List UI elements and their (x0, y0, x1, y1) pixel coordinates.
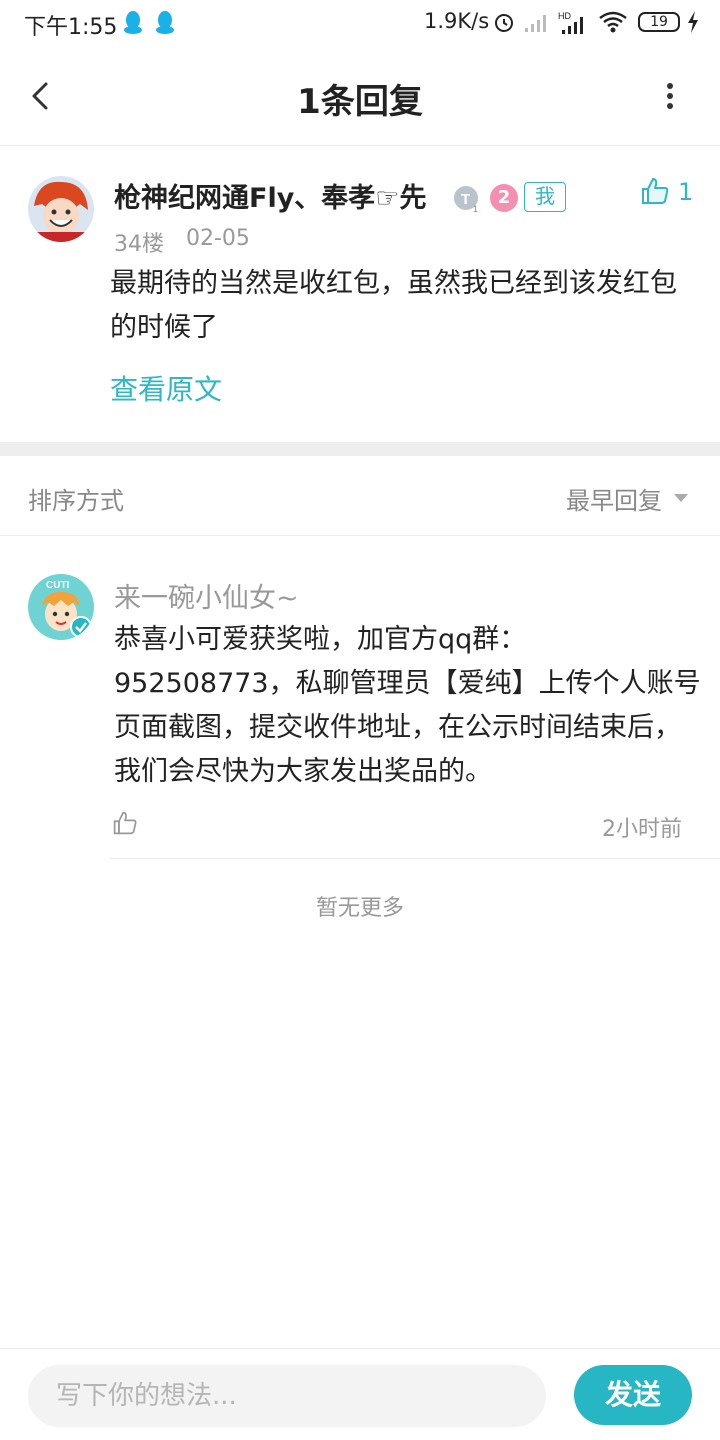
hd-signal-icon: HD (558, 11, 583, 34)
signal-icon (525, 15, 546, 32)
divider (110, 858, 720, 859)
network-speed: 1.9K/s (424, 9, 490, 33)
reply-item: CUTI 来一碗小仙女~ 恭喜小可爱获奖啦，加官方qq群：952508773，私… (0, 536, 720, 859)
alarm-icon (495, 14, 513, 32)
thumbs-up-icon[interactable] (112, 810, 138, 836)
qq-icon (124, 11, 142, 34)
avatar-image: CUTI (28, 574, 94, 640)
reply-body: 恭喜小可爱获奖啦，加官方qq群：952508773，私聊管理员【爱纯】上传个人账… (114, 624, 701, 787)
post-body: 最期待的当然是收红包，虽然我已经到该发红包的时候了 (110, 268, 677, 343)
svg-text:T: T (461, 191, 470, 208)
svg-text:HD: HD (558, 11, 571, 21)
battery-icon: 19 (638, 12, 680, 32)
original-post: 枪神纪网通Fly、奉孝☞先 T 1 2 我 1 34楼 02-05 最期待的当然… (0, 146, 720, 442)
comment-bar: 发送 (0, 1348, 720, 1440)
view-original-link[interactable]: 查看原文 (110, 368, 222, 408)
avatar[interactable] (28, 176, 94, 242)
reply-detail-page: 下午1:55 1.9K/s HD 19 1条回复 枪神纪网通Fly、奉孝☞先 T… (0, 0, 720, 1440)
title-badge-icon: T 1 (454, 186, 478, 214)
send-button[interactable]: 发送 (574, 1365, 692, 1425)
page-title: 1条回复 (297, 82, 423, 122)
wifi-icon (599, 11, 627, 33)
sort-row: 排序方式 最早回复 (0, 456, 720, 536)
reply-username[interactable]: 来一碗小仙女~ (114, 576, 299, 615)
post-username[interactable]: 枪神纪网通Fly、奉孝☞先 (114, 176, 427, 215)
qq-icon (156, 11, 174, 34)
status-time: 下午1:55 (24, 15, 118, 40)
section-divider (0, 442, 720, 456)
more-vertical-icon[interactable] (656, 76, 684, 116)
svg-text:1: 1 (473, 204, 478, 214)
svg-text:CUTI: CUTI (46, 580, 70, 591)
status-bar: 下午1:55 1.9K/s HD 19 (0, 0, 720, 46)
top-nav-bar: 1条回复 (0, 46, 720, 146)
post-date: 02-05 (186, 226, 250, 251)
avatar[interactable]: CUTI (28, 574, 94, 640)
sort-dropdown[interactable]: 最早回复 (566, 481, 662, 516)
reply-time: 2小时前 (602, 817, 682, 842)
me-tag: 我 (524, 182, 566, 212)
level-badge: 2 (490, 184, 518, 212)
post-floor: 34楼 (114, 232, 164, 257)
avatar-image (28, 176, 94, 242)
sort-label: 排序方式 (28, 487, 124, 515)
comment-input[interactable] (28, 1365, 546, 1427)
charging-icon (688, 11, 698, 33)
post-like-count: 1 (678, 178, 694, 206)
thumbs-up-icon[interactable] (640, 176, 670, 206)
no-more-text: 暂无更多 (315, 896, 404, 921)
caret-down-icon[interactable] (674, 494, 688, 502)
